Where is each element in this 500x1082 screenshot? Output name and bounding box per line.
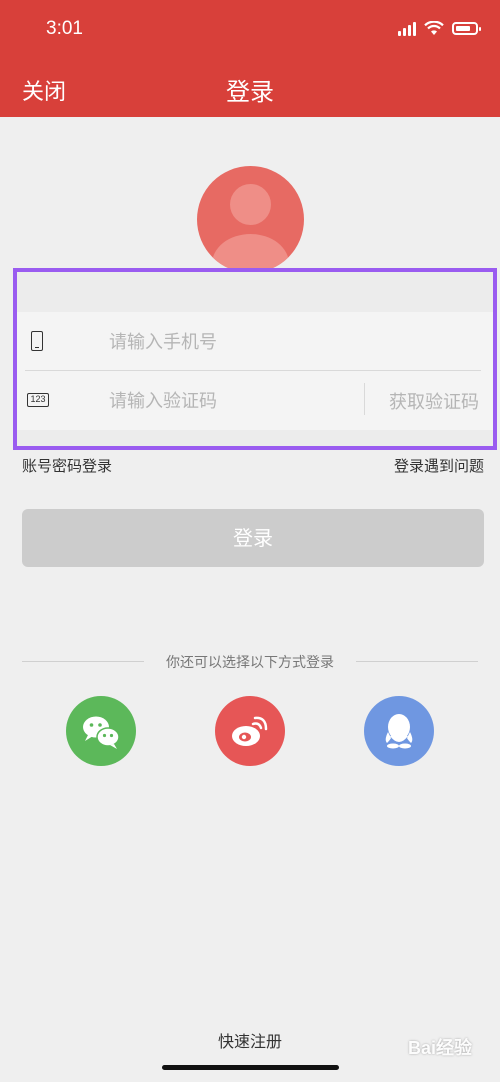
phone-row: [17, 312, 493, 371]
qq-login-button[interactable]: [364, 696, 434, 766]
alt-login-divider: 你还可以选择以下方式登录: [22, 652, 478, 671]
get-code-button[interactable]: 获取验证码: [389, 388, 479, 414]
watermark: Bai经验: [407, 1038, 472, 1058]
weibo-login-button[interactable]: [215, 696, 285, 766]
phone-input[interactable]: [109, 329, 349, 355]
status-icons: [398, 20, 481, 36]
login-form-highlight: 123 获取验证码: [13, 268, 497, 450]
login-form: 123 获取验证码: [17, 312, 493, 430]
account-password-login-link[interactable]: 账号密码登录: [22, 455, 112, 476]
login-problem-link[interactable]: 登录遇到问题: [394, 455, 484, 476]
battery-icon: [452, 21, 481, 35]
login-button[interactable]: 登录: [22, 509, 484, 567]
phone-icon: [31, 331, 43, 351]
wifi-icon: [424, 20, 444, 35]
code-row: 123 获取验证码: [17, 371, 493, 430]
alt-login-text: 你还可以选择以下方式登录: [166, 655, 334, 671]
qq-icon: [385, 714, 413, 749]
code-input[interactable]: [109, 388, 349, 414]
avatar: [197, 166, 304, 273]
signal-icon: [398, 20, 416, 36]
code-icon: 123: [27, 393, 49, 407]
wechat-login-button[interactable]: [66, 696, 136, 766]
wechat-icon: [83, 716, 120, 749]
code-divider: [364, 383, 365, 415]
home-indicator: [162, 1065, 339, 1070]
app-header: 3:01 关闭 登录: [0, 0, 500, 117]
weibo-icon: [232, 716, 268, 746]
page-title: 登录: [226, 78, 274, 106]
status-time: 3:01: [46, 18, 83, 39]
